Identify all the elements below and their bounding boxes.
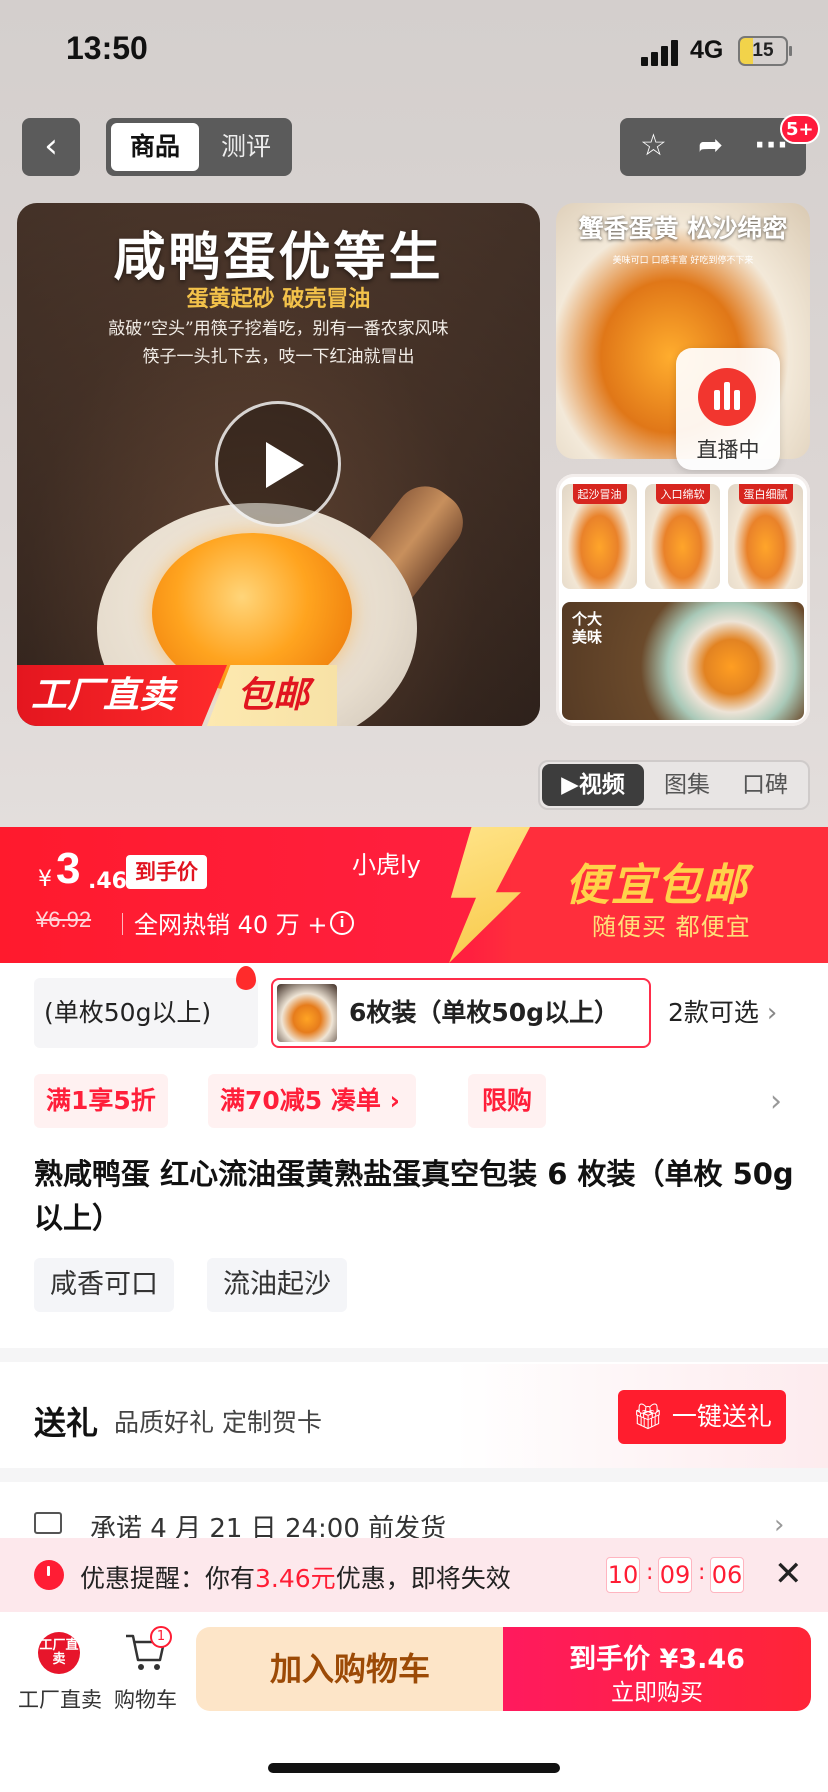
gallery-thumbnail-2[interactable]: 起沙冒油 入口绵软 蛋白细腻 个大美味 — [556, 474, 810, 726]
star-icon[interactable]: ☆ — [640, 126, 667, 166]
tab-review[interactable]: 测评 — [206, 123, 286, 171]
product-review-switch: 商品 测评 — [106, 118, 292, 176]
sku-thumbnail — [277, 984, 337, 1042]
hero-desc-line-2: 筷子一头扎下去，吱一下红油就冒出 — [142, 347, 415, 367]
live-stream-widget[interactable]: 直播中 — [676, 348, 780, 470]
flame-icon — [236, 966, 256, 990]
back-button[interactable]: ‹ — [22, 118, 80, 176]
signal-icon — [641, 38, 681, 66]
mini-tag-2: 入口绵软 — [655, 484, 710, 504]
buy-price-label: 到手价 ¥3.46 — [569, 1644, 745, 1675]
banner-title: 便宜包邮 — [565, 860, 749, 911]
sku-option-2-selected[interactable]: 6枚装（单枚50g以上） — [271, 978, 651, 1048]
final-price-tag: 到手价 — [126, 855, 207, 889]
network-type: 4G — [690, 36, 724, 64]
price-decimal: .46 — [88, 869, 127, 894]
factory-shop-icon[interactable]: 工厂直卖 — [38, 1632, 80, 1674]
sku-option-1[interactable]: (单枚50g以上) — [34, 978, 258, 1048]
buy-now-label: 立即购买 — [611, 1680, 703, 1706]
mini-image-1: 起沙冒油 — [562, 484, 637, 589]
countdown-hours: 10 — [606, 1557, 640, 1593]
hero-desc-line-1: 敲破“空头”用筷子挖着吃，别有一番农家风味 — [108, 319, 449, 339]
mini-tag-1: 起沙冒油 — [572, 484, 627, 504]
thumbnail-1-title: 蟹香蛋黄 松沙绵密 — [578, 214, 788, 243]
clock-icon — [34, 1560, 64, 1590]
shop-label[interactable]: 工厂直卖 — [18, 1684, 102, 1714]
countdown-colon: : — [698, 1560, 706, 1585]
chevron-right-icon: › — [774, 1510, 785, 1540]
mini-image-2: 入口绵软 — [645, 484, 720, 589]
share-icon[interactable]: ➦ — [698, 126, 723, 166]
top-right-toolbar: ☆ ➦ ··· — [620, 118, 806, 176]
chevron-right-icon[interactable]: › — [770, 1084, 782, 1119]
close-icon[interactable]: ✕ — [774, 1554, 803, 1594]
sku-more-label: 2款可选 — [668, 998, 759, 1027]
section-divider — [0, 1468, 828, 1482]
countdown-colon: : — [646, 1560, 654, 1585]
message-badge: 5+ — [780, 114, 820, 144]
reminder-text: 优惠提醒：你有3.46元优惠，即将失效 — [80, 1559, 511, 1595]
play-icon[interactable] — [215, 401, 341, 527]
send-gift-label: 一键送礼 — [671, 1402, 772, 1431]
tab-album[interactable]: 图集 — [652, 764, 722, 806]
sales-count: 全网热销 40 万 + — [134, 911, 328, 939]
price-integer: 3 — [56, 844, 81, 893]
feature-tag: 咸香可口 — [34, 1258, 174, 1312]
sku-more-options[interactable]: 2款可选 › — [668, 978, 777, 1048]
original-price: ¥6.92 — [36, 907, 92, 932]
tab-reputation[interactable]: 口碑 — [730, 764, 800, 806]
battery-icon: 15 — [738, 36, 792, 66]
coupon-discount[interactable]: 满1享5折 — [34, 1074, 168, 1128]
reminder-prefix: 优惠提醒：你有 — [80, 1564, 256, 1593]
reminder-suffix: 优惠，即将失效 — [335, 1564, 511, 1593]
send-gift-button[interactable]: 🎁︎ 一键送礼 — [618, 1390, 786, 1444]
hero-subtitle: 蛋黄起砂 破壳冒油 — [186, 286, 371, 312]
price-banner: ¥ 3 .46 到手价 小虎ly ¥6.92 全网热销 40 万 + i 便宜包… — [0, 827, 828, 963]
tab-product[interactable]: 商品 — [111, 123, 199, 171]
live-label: 直播中 — [696, 438, 760, 462]
factory-direct-tag: 工厂直卖 — [17, 665, 227, 726]
divider — [122, 913, 123, 935]
gift-icon: 🎁︎ — [632, 1402, 672, 1431]
coupon-limit[interactable]: 限购 — [468, 1074, 547, 1128]
thumbnail-1-caption: 美味可口 口感丰富 好吃到停不下来 — [612, 256, 754, 266]
status-time: 13:50 — [66, 30, 148, 66]
hero-description: 敲破“空头”用筷子挖着吃，别有一番农家风味 筷子一头扎下去，吱一下红油就冒出 — [37, 315, 520, 371]
chevron-right-icon: › — [766, 998, 778, 1028]
mini-large-label: 个大美味 — [572, 610, 603, 646]
add-to-cart-button[interactable]: 加入购物车 — [196, 1627, 504, 1711]
price-currency: ¥ — [38, 867, 52, 892]
mini-image-large: 个大美味 — [562, 602, 804, 720]
tab-video[interactable]: ▶视频 — [542, 764, 644, 806]
countdown-seconds: 06 — [710, 1557, 744, 1593]
mini-tag-3: 蛋白细腻 — [738, 484, 793, 504]
chevron-left-icon: ‹ — [44, 126, 58, 166]
mini-image-3: 蛋白细腻 — [728, 484, 803, 589]
main-video-thumbnail[interactable]: 咸鸭蛋优等生 蛋黄起砂 破壳冒油 敲破“空头”用筷子挖着吃，别有一番农家风味 筷… — [17, 203, 540, 726]
banner-subtitle: 随便买 都便宜 — [592, 913, 751, 941]
hero-title: 咸鸭蛋优等生 — [113, 227, 444, 288]
product-title: 熟咸鸭蛋 红心流油蛋黄熟盐蛋真空包装 6 枚装（单枚 50g 以上） — [34, 1157, 794, 1235]
live-bars-icon — [698, 368, 756, 426]
info-icon[interactable]: i — [330, 911, 354, 935]
cart-count-badge: 1 — [150, 1626, 172, 1648]
gift-subtitle: 品质好礼 定制贺卡 — [114, 1408, 322, 1437]
coupon-threshold[interactable]: 满70减5 凑单 › — [208, 1074, 416, 1128]
reminder-amount: 3.46元 — [255, 1564, 336, 1593]
sku-option-2-label: 6枚装（单枚50g以上） — [349, 998, 620, 1027]
gift-title: 送礼 — [34, 1404, 99, 1442]
home-indicator[interactable] — [268, 1763, 560, 1773]
truck-icon — [34, 1512, 62, 1534]
media-tabs: ▶视频 图集 口碑 — [538, 760, 810, 810]
user-nickname: 小虎ly — [352, 851, 421, 879]
section-divider — [0, 1348, 828, 1362]
countdown-minutes: 09 — [658, 1557, 692, 1593]
feature-tag: 流油起沙 — [207, 1258, 347, 1312]
cart-label[interactable]: 购物车 — [114, 1684, 177, 1714]
buy-now-button[interactable]: 到手价 ¥3.46 立即购买 — [503, 1627, 811, 1711]
